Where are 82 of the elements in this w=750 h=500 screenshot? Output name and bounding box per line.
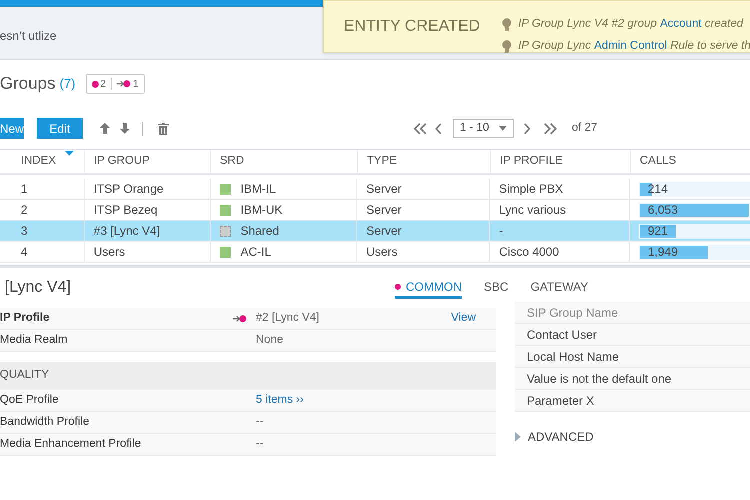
bulb-icon: [502, 40, 512, 54]
table-cell-text: Server: [366, 223, 402, 240]
field-label: SIP Group Name: [527, 304, 618, 322]
table-cell-text: 1: [21, 181, 28, 198]
first-page-icon: [413, 122, 428, 134]
field-label: IP Profile: [0, 310, 51, 326]
table-cell-text: 4: [21, 244, 28, 261]
view-link[interactable]: View: [451, 310, 476, 328]
table-cell-text: AC-IL: [240, 244, 272, 261]
column-header[interactable]: CALLS: [630, 150, 750, 173]
table-row[interactable]: 2 ITSP Bezeq IBM-UK Server Lync various 6,053: [0, 200, 750, 221]
field-value: --: [256, 436, 264, 452]
field-label: Parameter X: [527, 392, 594, 410]
detail-tab[interactable]: SBC: [484, 277, 509, 299]
section-header: QUALITY: [0, 362, 496, 390]
table-cell-text: -: [499, 223, 504, 240]
column-header[interactable]: TYPE: [357, 150, 490, 173]
down-arrow-icon: [120, 123, 130, 134]
table-cell: 6,053: [648, 202, 678, 218]
table-cell-text: Server: [366, 202, 402, 219]
field-value: None: [256, 332, 284, 348]
arrow-dot-icon: [117, 80, 132, 88]
table-cell-text: Lync various: [499, 202, 566, 219]
table-cell: 1,949: [648, 244, 678, 260]
collapsed-caret-icon: [515, 432, 521, 442]
table-cell-text: #3 [Lync V4]: [94, 223, 160, 240]
field-value: #2 [Lync V4]: [256, 310, 320, 326]
sort-indicator-icon: [65, 151, 74, 156]
previous-page-icon: [435, 122, 443, 134]
info-text: esn’t utlize: [0, 29, 57, 43]
field-label: Contact User: [527, 326, 598, 344]
field-label: Media Realm: [0, 332, 69, 348]
dot-icon: [92, 80, 99, 88]
dropdown-caret-icon: [499, 126, 507, 131]
table-cell-text: ITSP Orange: [94, 181, 164, 198]
last-page-icon: [543, 122, 558, 134]
linked-arrow-icon: [233, 314, 247, 322]
up-arrow-icon: [100, 123, 110, 134]
column-header[interactable]: SRD: [210, 150, 357, 173]
table-cell-text: Server: [366, 181, 402, 198]
item-count: (7): [60, 75, 76, 94]
table-cell-text: Simple PBX: [499, 181, 564, 198]
column-header[interactable]: IP GROUP: [84, 150, 210, 173]
table-cell-text: Cisco 4000: [499, 244, 560, 261]
table-cell-text: 3: [21, 223, 28, 240]
badge-count: 2: [100, 78, 106, 92]
next-page-icon: [523, 122, 531, 134]
field-label: Local Host Name: [527, 348, 620, 366]
table-cell-text: ITSP Bezeq: [94, 202, 158, 219]
notification-message: IP Group Lync Admin Control Rule to serve th: [518, 39, 750, 54]
page-title: Groups: [0, 73, 56, 96]
table-cell-text: IBM-UK: [240, 202, 283, 219]
field-label: Media Enhancement Profile: [0, 436, 142, 452]
table-cell-text: Users: [94, 244, 126, 261]
page-total: of 27: [572, 120, 598, 136]
field-label: Value is not the default one: [527, 370, 672, 388]
notification-link[interactable]: Admin Control: [594, 40, 668, 52]
table-cell-text: Users: [366, 244, 398, 261]
table-cell-text: IBM-IL: [240, 181, 276, 198]
table-row[interactable]: 3 #3 [Lync V4] Shared Server - 921: [0, 221, 750, 242]
notification-link[interactable]: Account: [660, 18, 702, 30]
field-label: Bandwidth Profile: [0, 414, 90, 430]
detail-title: [Lync V4]: [4, 278, 72, 298]
notification-message: IP Group Lync V4 #2 group Account created: [518, 16, 744, 32]
field-value: --: [256, 414, 264, 430]
table-cell: 921: [648, 224, 668, 238]
page-range-dropdown[interactable]: 1 - 10: [453, 119, 514, 138]
column-header[interactable]: IP PROFILE: [490, 150, 630, 173]
advanced-section-toggle[interactable]: ADVANCED: [515, 428, 750, 446]
detail-tab[interactable]: GATEWAY: [530, 277, 588, 299]
table-cell-text: Shared: [240, 223, 280, 240]
table-row[interactable]: 4 Users AC-IL Users Cisco 4000 1,949: [0, 242, 750, 263]
badge-count: 1: [133, 78, 139, 92]
column-header[interactable]: INDEX: [0, 150, 84, 173]
table-cell-text: 2: [21, 202, 28, 219]
detail-tab[interactable]: COMMON: [395, 277, 462, 299]
field-label: QoE Profile: [0, 392, 60, 408]
trash-icon: [158, 122, 169, 134]
modified-dot-icon: [395, 284, 401, 290]
bulb-icon: [502, 18, 512, 31]
notification-title: ENTITY CREATED: [344, 16, 480, 36]
items-link[interactable]: 5 items ››: [256, 392, 304, 410]
